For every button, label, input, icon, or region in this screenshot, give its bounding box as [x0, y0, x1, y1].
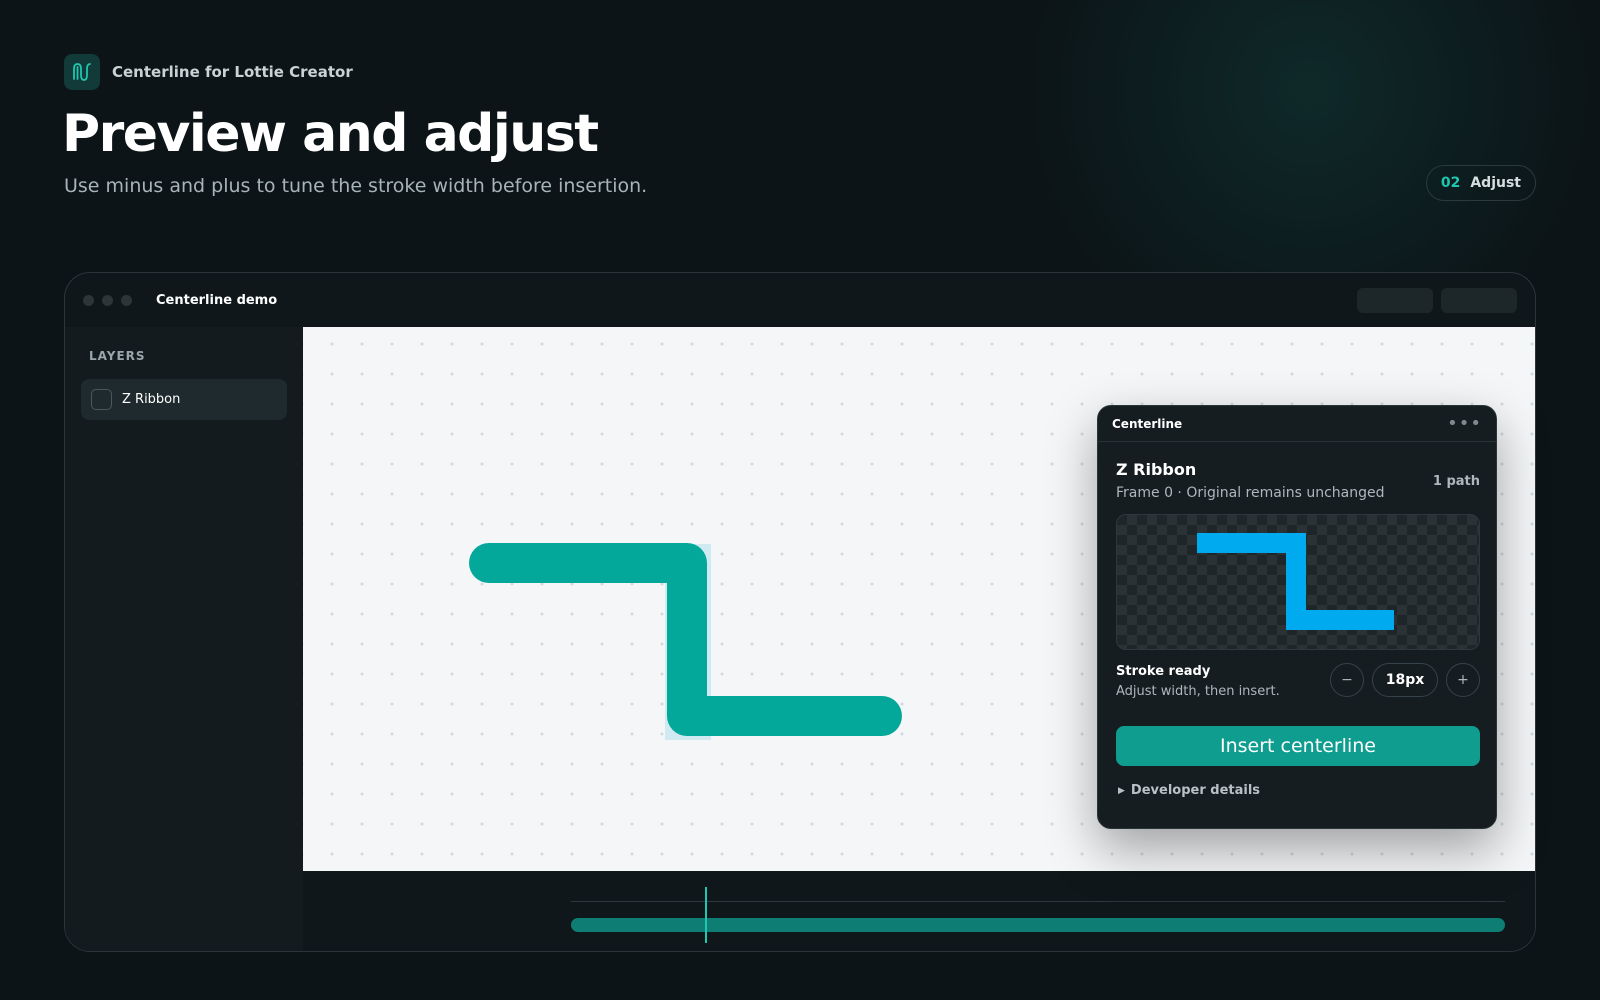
brand: Centerline for Lottie Creator — [64, 54, 353, 90]
panel-title: Centerline — [1112, 416, 1183, 431]
step-badge: 02 Adjust — [1425, 165, 1536, 201]
layer-item-label: Z Ribbon — [122, 392, 181, 407]
layers-heading: LAYERS — [89, 349, 146, 363]
layers-sidebar: LAYERS Z Ribbon — [65, 327, 303, 951]
step-number: 02 — [1440, 175, 1461, 191]
decrease-width-button[interactable]: − — [1330, 663, 1364, 697]
titlebar-button-2[interactable] — [1441, 288, 1517, 313]
status-title: Stroke ready — [1116, 664, 1211, 679]
timeline-track[interactable] — [571, 918, 1505, 932]
more-options-icon[interactable]: ••• — [1447, 414, 1482, 433]
waveform-icon — [64, 54, 100, 90]
brand-name: Centerline for Lottie Creator — [112, 63, 353, 81]
maximize-dot[interactable] — [121, 294, 132, 306]
close-dot[interactable] — [83, 294, 94, 306]
window-controls — [83, 294, 132, 306]
z-ribbon-path[interactable] — [469, 543, 902, 736]
titlebar-actions — [1357, 288, 1517, 313]
caret-right-icon: ▶ — [1118, 785, 1125, 796]
timeline-playhead[interactable] — [705, 887, 708, 943]
step-label: Adjust — [1470, 175, 1521, 191]
minimize-dot[interactable] — [102, 294, 113, 306]
status-subtitle: Adjust width, then insert. — [1116, 684, 1280, 699]
window-title: Centerline demo — [156, 292, 278, 308]
titlebar: Centerline demo — [65, 273, 1535, 327]
path-count: 1 path — [1432, 474, 1480, 489]
timeline-ruler — [571, 901, 1505, 902]
panel-layer-meta: Frame 0 · Original remains unchanged — [1116, 485, 1385, 501]
page-title: Preview and adjust — [62, 104, 599, 164]
titlebar-button-1[interactable] — [1357, 288, 1433, 313]
layer-checkbox[interactable] — [91, 389, 112, 410]
stroke-preview — [1116, 514, 1480, 650]
centerline-panel: Centerline ••• Z Ribbon Frame 0 · Origin… — [1097, 405, 1497, 829]
layer-item-z-ribbon[interactable]: Z Ribbon — [81, 379, 287, 420]
preview-z-path — [1197, 533, 1394, 630]
developer-details-toggle[interactable]: ▶ Developer details — [1118, 783, 1260, 798]
panel-header: Centerline ••• — [1098, 406, 1496, 442]
page-subtitle: Use minus and plus to tune the stroke wi… — [64, 175, 648, 197]
insert-centerline-button[interactable]: Insert centerline — [1116, 726, 1480, 766]
panel-layer-name: Z Ribbon — [1116, 460, 1197, 479]
increase-width-button[interactable]: + — [1446, 663, 1480, 697]
stroke-width-stepper: − 18px + — [1330, 663, 1480, 697]
developer-details-label: Developer details — [1130, 783, 1261, 798]
stroke-width-value: 18px — [1372, 663, 1438, 697]
timeline — [541, 871, 1535, 951]
